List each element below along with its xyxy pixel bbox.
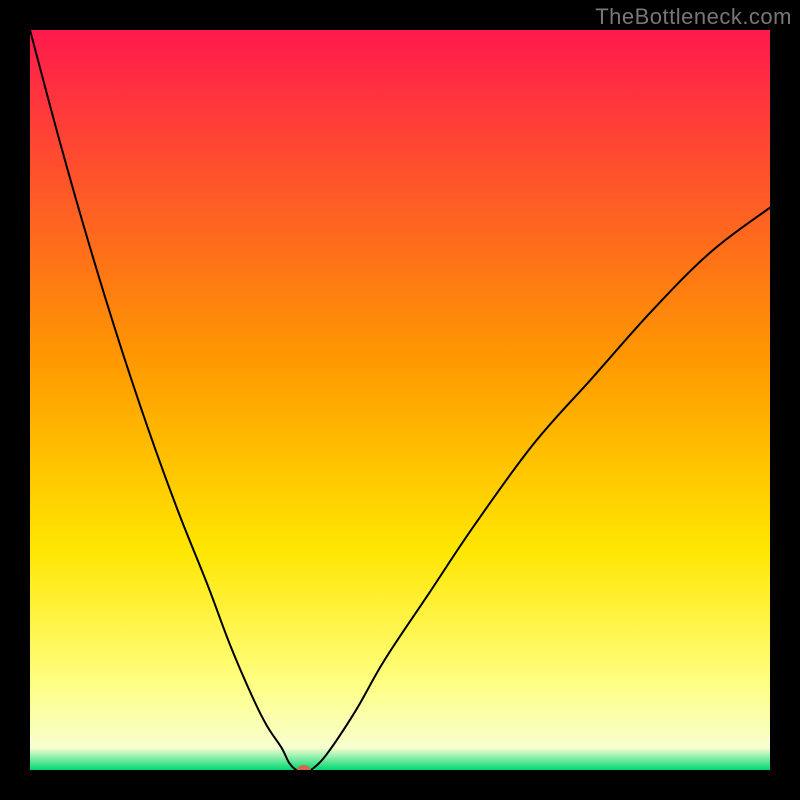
gradient-background xyxy=(30,30,770,770)
chart-frame: TheBottleneck.com xyxy=(0,0,800,800)
watermark-text: TheBottleneck.com xyxy=(595,4,792,30)
chart-svg xyxy=(30,30,770,770)
plot-area xyxy=(30,30,770,770)
